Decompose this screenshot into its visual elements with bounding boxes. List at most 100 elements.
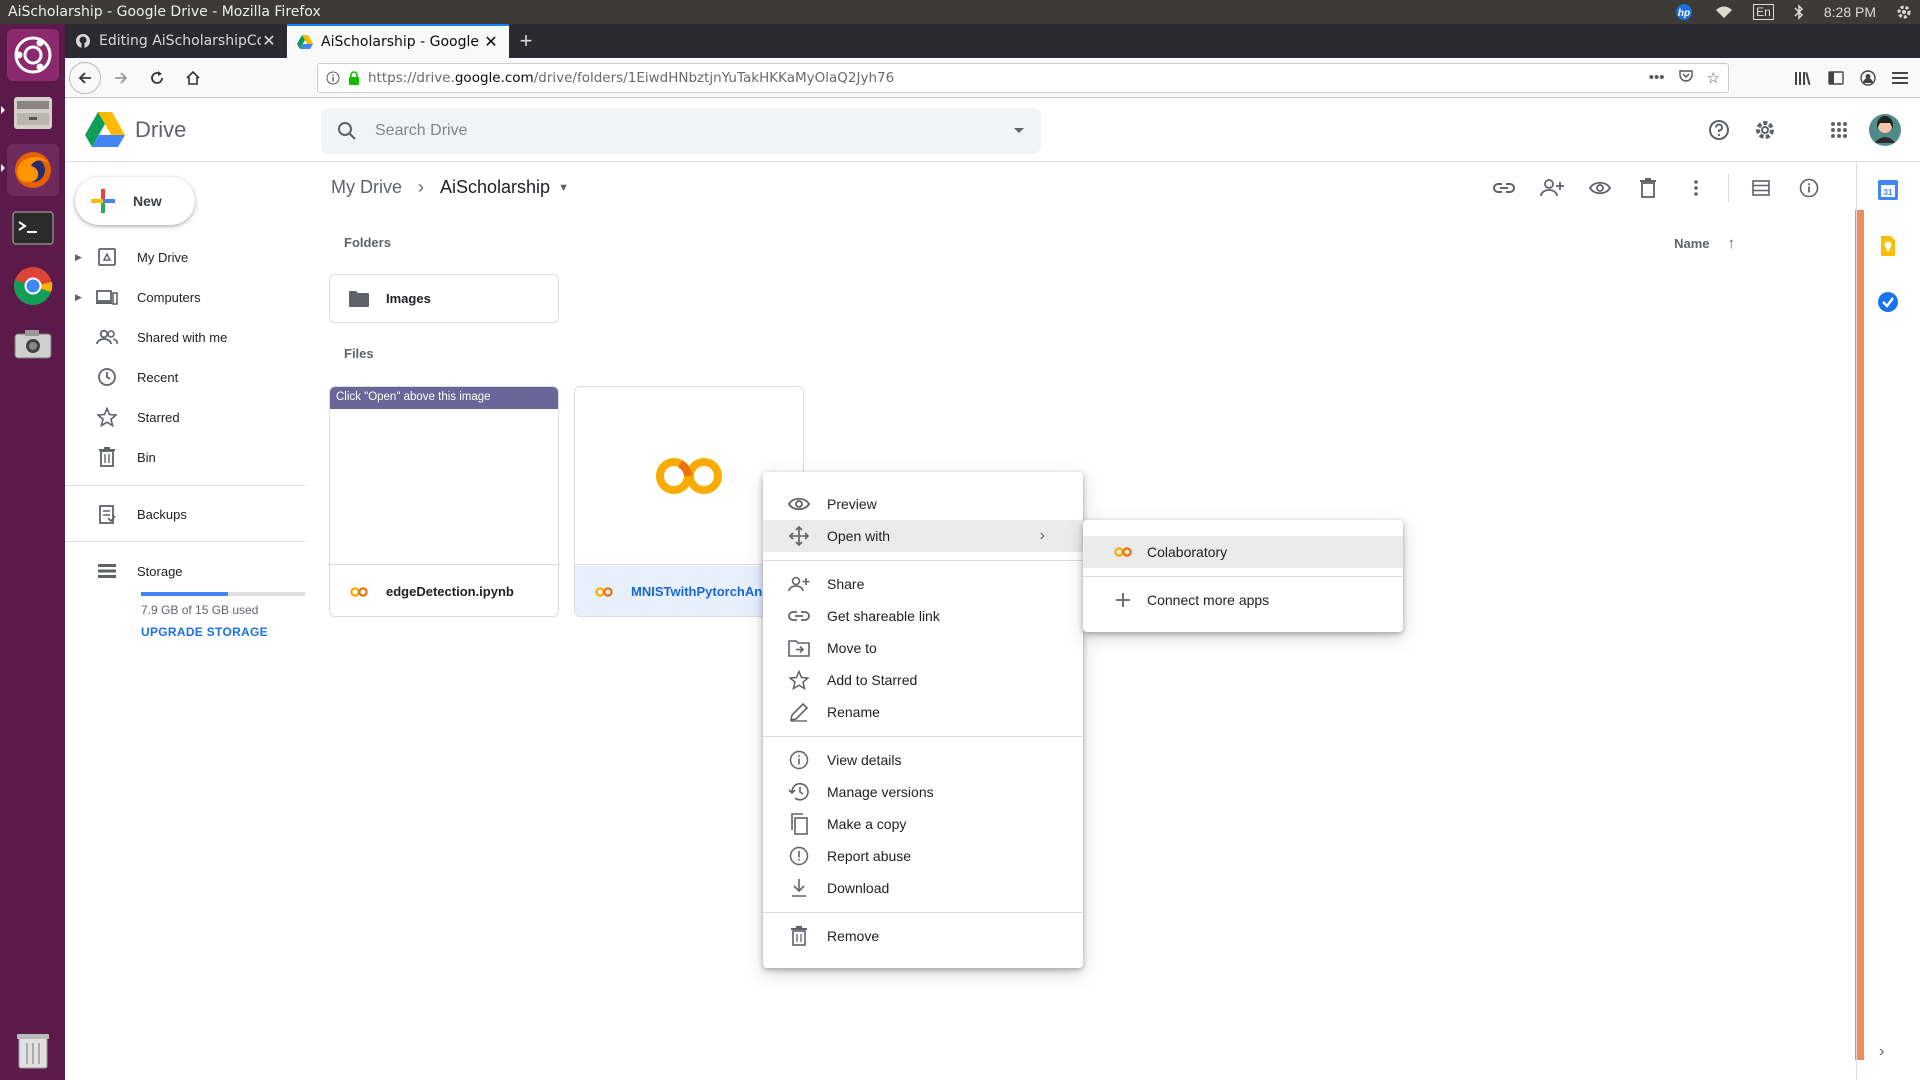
keep-icon[interactable]: [1877, 235, 1901, 259]
menu-item-download[interactable]: Download: [763, 872, 1083, 904]
apps-grid-icon[interactable]: [1816, 107, 1862, 153]
sidebar-toggle-icon[interactable]: [1828, 71, 1844, 85]
breadcrumb-current-folder[interactable]: AiScholarship: [440, 177, 550, 198]
hp-icon[interactable]: hp: [1673, 3, 1695, 21]
ubuntu-dash-icon[interactable]: [7, 29, 59, 81]
sidebar-item-bin[interactable]: Bin: [65, 439, 305, 475]
computers-icon: [95, 289, 119, 305]
menu-item-get-shareable-link[interactable]: Get shareable link: [763, 600, 1083, 632]
menu-item-share[interactable]: Share: [763, 568, 1083, 600]
settings-gear-icon[interactable]: [1742, 107, 1788, 153]
firefox-icon[interactable]: [7, 144, 59, 196]
menu-item-report-abuse[interactable]: Report abuse: [763, 840, 1083, 872]
page-actions-icon[interactable]: •••: [1649, 69, 1665, 87]
menu-item-label: Rename: [827, 704, 880, 720]
pocket-icon[interactable]: [1678, 69, 1693, 87]
reload-button[interactable]: [141, 62, 173, 94]
view-details-info-icon[interactable]: [1785, 165, 1833, 211]
folder-icon: [348, 290, 370, 308]
chevron-right-icon: ›: [418, 177, 424, 197]
expand-caret-icon[interactable]: ▶: [75, 252, 91, 263]
open-with-submenu: Colaboratory Connect more apps: [1083, 520, 1403, 632]
home-button[interactable]: [177, 62, 209, 94]
system-gear-icon[interactable]: [1896, 4, 1912, 20]
sidebar-item-starred[interactable]: Starred: [65, 399, 305, 435]
tasks-icon[interactable]: [1877, 291, 1901, 315]
keyboard-layout[interactable]: En: [1753, 4, 1774, 20]
terminal-icon[interactable]: [7, 202, 59, 254]
forward-button[interactable]: [105, 62, 137, 94]
search-icon[interactable]: [337, 121, 357, 141]
folder-name: Images: [386, 291, 431, 306]
sidebar-item-my-drive[interactable]: ▶ My Drive: [65, 239, 305, 275]
menu-item-make-a-copy[interactable]: Make a copy: [763, 808, 1083, 840]
trash-icon[interactable]: [7, 1024, 59, 1076]
expand-caret-icon[interactable]: ▶: [75, 292, 91, 303]
tab-close-icon[interactable]: ✕: [483, 32, 499, 52]
sidebar-item-computers[interactable]: ▶ Computers: [65, 279, 305, 315]
help-icon[interactable]: [1696, 107, 1742, 153]
arrow-up-icon[interactable]: ↑: [1728, 235, 1736, 252]
files-icon[interactable]: [7, 87, 59, 139]
bookmark-star-icon[interactable]: ☆: [1707, 69, 1720, 87]
wifi-icon[interactable]: [1715, 5, 1733, 19]
bluetooth-icon[interactable]: [1794, 4, 1804, 20]
chrome-icon[interactable]: [7, 260, 59, 312]
sidebar-item-backups[interactable]: Backups: [65, 496, 305, 532]
sidebar-item-recent[interactable]: Recent: [65, 359, 305, 395]
info-icon[interactable]: [326, 71, 340, 85]
new-tab-button[interactable]: +: [509, 24, 543, 58]
sidebar-item-shared-with-me[interactable]: Shared with me: [65, 319, 305, 355]
tab-close-icon[interactable]: ✕: [261, 31, 277, 51]
tab-github[interactable]: Editing AiScholarshipCo ✕: [65, 24, 287, 58]
account-icon[interactable]: [1860, 70, 1876, 86]
url-bar[interactable]: https://drive.google.com/drive/folders/1…: [317, 63, 1729, 93]
menu-item-preview[interactable]: Preview: [763, 488, 1083, 520]
tab-label: Editing AiScholarshipCo: [99, 33, 261, 49]
submenu-chevron-icon: ›: [1039, 527, 1045, 544]
upgrade-storage-link[interactable]: UPGRADE STORAGE: [141, 625, 268, 639]
tab-drive[interactable]: AiScholarship - Google D ✕: [287, 24, 509, 58]
submenu-item-connect-more-apps[interactable]: Connect more apps: [1083, 584, 1403, 616]
menu-item-manage-versions[interactable]: Manage versions: [763, 776, 1083, 808]
delete-trash-icon[interactable]: [1624, 165, 1672, 211]
hamburger-menu-icon[interactable]: [1892, 71, 1908, 85]
breadcrumb-my-drive[interactable]: My Drive: [331, 177, 402, 198]
calendar-icon[interactable]: 31: [1877, 179, 1901, 203]
preview-eye-icon[interactable]: [1576, 165, 1624, 211]
drive-icon: [297, 35, 313, 49]
expand-panel-chevron-icon[interactable]: ›: [1879, 1043, 1884, 1061]
menu-item-rename[interactable]: Rename: [763, 696, 1083, 728]
sort-by-name[interactable]: Name ↑: [1674, 235, 1735, 252]
search-input[interactable]: Search Drive: [321, 108, 1041, 154]
screenshot-icon[interactable]: [7, 318, 59, 370]
menu-item-add-to-starred[interactable]: Add to Starred: [763, 664, 1083, 696]
menu-item-view-details[interactable]: View details: [763, 744, 1083, 776]
back-button[interactable]: [69, 61, 101, 94]
library-icon[interactable]: [1794, 70, 1812, 86]
submenu-item-colaboratory[interactable]: Colaboratory: [1083, 536, 1403, 568]
more-actions-icon[interactable]: [1672, 165, 1720, 211]
plus-color-icon: [91, 189, 115, 213]
new-button[interactable]: New: [75, 177, 195, 225]
menu-item-open-with[interactable]: Open with ›: [763, 520, 1083, 552]
get-link-icon[interactable]: [1480, 165, 1528, 211]
menu-item-remove[interactable]: Remove: [763, 920, 1083, 952]
drive-logo[interactable]: Drive: [85, 112, 186, 148]
folder-card[interactable]: Images: [329, 274, 559, 323]
search-options-icon[interactable]: [1013, 127, 1025, 135]
arrow-right-icon: [115, 71, 128, 84]
list-view-icon[interactable]: [1737, 165, 1785, 211]
menu-item-label: Manage versions: [827, 784, 934, 800]
sidebar-item-storage[interactable]: Storage: [65, 553, 305, 589]
menu-item-move-to[interactable]: Move to: [763, 632, 1083, 664]
url-prefix: https://drive.: [368, 70, 455, 86]
share-icon[interactable]: [1528, 165, 1576, 211]
clock[interactable]: 8:28 PM: [1824, 4, 1876, 20]
ubuntu-launcher: [0, 24, 65, 1080]
file-card[interactable]: Click "Open" above this image edgeDetect…: [329, 386, 559, 617]
folder-menu-dropdown-icon[interactable]: ▼: [558, 182, 569, 194]
sort-label: Name: [1674, 236, 1710, 251]
sidebar-divider: [65, 541, 305, 542]
avatar[interactable]: [1862, 107, 1908, 153]
